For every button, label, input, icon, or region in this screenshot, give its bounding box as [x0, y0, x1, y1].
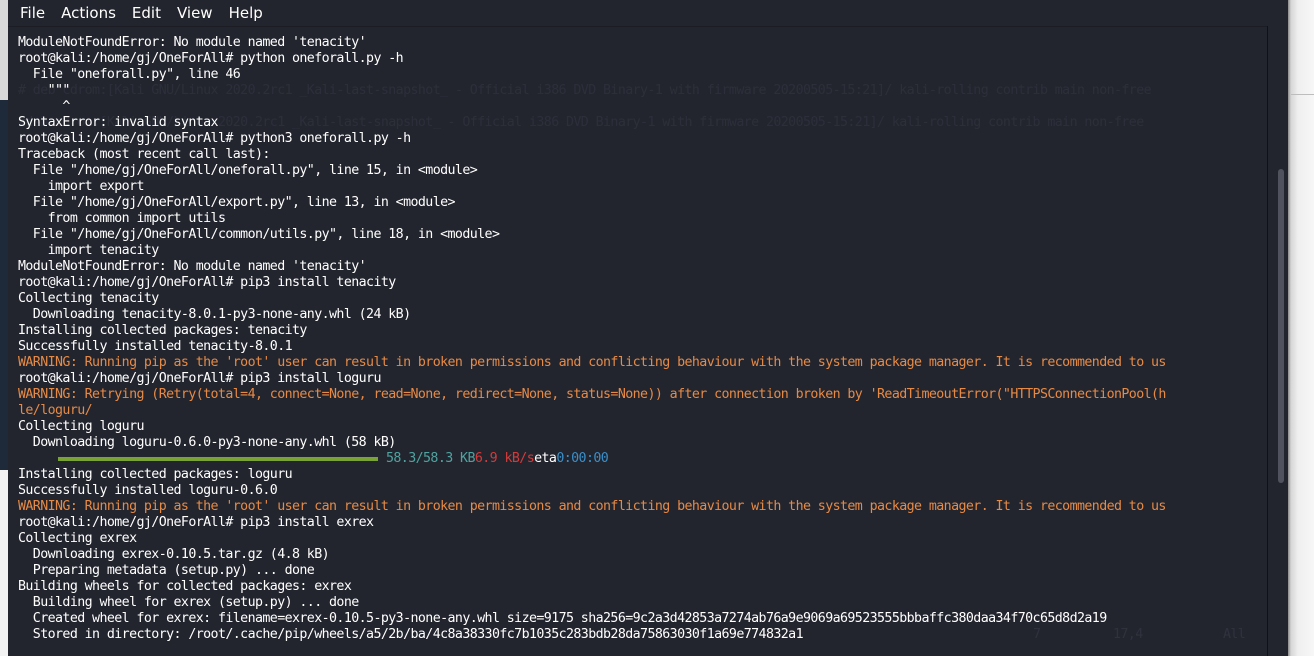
- desktop-background-right: [1288, 0, 1314, 656]
- terminal-line: Preparing metadata (setup.py) ... done: [18, 563, 315, 578]
- terminal-prompt-line: root@kali:/home/gj/OneForAll# pip3 insta…: [18, 515, 374, 530]
- background-window-edge-bottom: [0, 470, 8, 656]
- menu-view[interactable]: View: [169, 0, 221, 26]
- menu-help[interactable]: Help: [221, 0, 271, 26]
- terminal-line: Successfully installed loguru-0.6.0: [18, 483, 278, 498]
- terminal-line: Traceback (most recent call last):: [18, 147, 270, 162]
- terminal-line: Downloading loguru-0.6.0-py3-none-any.wh…: [18, 435, 396, 450]
- terminal-line: """: [18, 83, 71, 98]
- progress-rate: 6.9 kB/s: [474, 451, 535, 466]
- terminal-prompt-line: root@kali:/home/gj/OneForAll# python one…: [18, 51, 404, 66]
- progress-eta-label: eta: [534, 451, 557, 466]
- terminal-line: Installing collected packages: tenacity: [18, 323, 307, 338]
- terminal-line: Successfully installed tenacity-8.0.1: [18, 339, 293, 354]
- terminal-line: from common import utils: [18, 211, 226, 226]
- terminal-line: File "/home/gj/OneForAll/oneforall.py", …: [18, 163, 478, 178]
- terminal-line: Collecting exrex: [18, 531, 137, 546]
- download-progress-bar: [58, 457, 378, 461]
- background-divider: [1291, 94, 1314, 95]
- terminal-line: ModuleNotFoundError: No module named 'te…: [18, 35, 367, 50]
- terminal-line: File "oneforall.py", line 46: [18, 67, 241, 82]
- progress-eta: 0:00:00: [556, 451, 609, 466]
- terminal-line: ^: [18, 99, 70, 114]
- terminal-warning-line: le/loguru/: [18, 403, 93, 418]
- terminal-line: Installing collected packages: loguru: [18, 467, 293, 482]
- terminal-line: import export: [18, 179, 145, 194]
- terminal-line: Downloading tenacity-8.0.1-py3-none-any.…: [18, 307, 411, 322]
- terminal-line: File "/home/gj/OneForAll/export.py", lin…: [18, 195, 456, 210]
- terminal-prompt-line: root@kali:/home/gj/OneForAll# python3 on…: [18, 131, 411, 146]
- progress-size: 58.3/58.3 KB: [386, 451, 475, 466]
- terminal-line: Collecting loguru: [18, 419, 145, 434]
- terminal-output[interactable]: ModuleNotFoundError: No module named 'te…: [18, 35, 1270, 656]
- menu-edit[interactable]: Edit: [124, 0, 169, 26]
- download-progress-row: 58.3/58.3 KB 6.9 kB/s eta 0:00:00: [18, 451, 1270, 467]
- terminal-window[interactable]: File Actions Edit View Help # deb cdrom:…: [8, 0, 1288, 656]
- menu-actions[interactable]: Actions: [53, 0, 124, 26]
- terminal-warning-line: WARNING: Retrying (Retry(total=4, connec…: [18, 387, 1166, 402]
- scrollbar-thumb[interactable]: [1278, 169, 1284, 483]
- desktop-background-left: [0, 0, 8, 656]
- terminal-line: Building wheel for exrex (setup.py) ... …: [18, 595, 359, 610]
- terminal-line: File "/home/gj/OneForAll/common/utils.py…: [18, 227, 500, 242]
- terminal-prompt-line: root@kali:/home/gj/OneForAll# pip3 insta…: [18, 275, 396, 290]
- menu-bar: File Actions Edit View Help: [8, 0, 1288, 27]
- terminal-line: SyntaxError: invalid syntax: [18, 115, 219, 130]
- terminal-line: Downloading exrex-0.10.5.tar.gz (4.8 kB): [18, 547, 330, 562]
- terminal-prompt-line: root@kali:/home/gj/OneForAll# pip3 insta…: [18, 371, 381, 386]
- terminal-line: import tenacity: [18, 243, 160, 258]
- terminal-line: Stored in directory: /root/.cache/pip/wh…: [18, 627, 804, 642]
- terminal-line: Collecting tenacity: [18, 291, 159, 306]
- background-window-edge: [0, 0, 8, 100]
- terminal-line: Created wheel for exrex: filename=exrex-…: [18, 611, 1107, 626]
- terminal-warning-line: WARNING: Running pip as the 'root' user …: [18, 355, 1166, 370]
- terminal-line: ModuleNotFoundError: No module named 'te…: [18, 259, 367, 274]
- terminal-line: Building wheels for collected packages: …: [18, 579, 352, 594]
- terminal-warning-line: WARNING: Running pip as the 'root' user …: [18, 499, 1166, 514]
- menu-file[interactable]: File: [8, 0, 53, 26]
